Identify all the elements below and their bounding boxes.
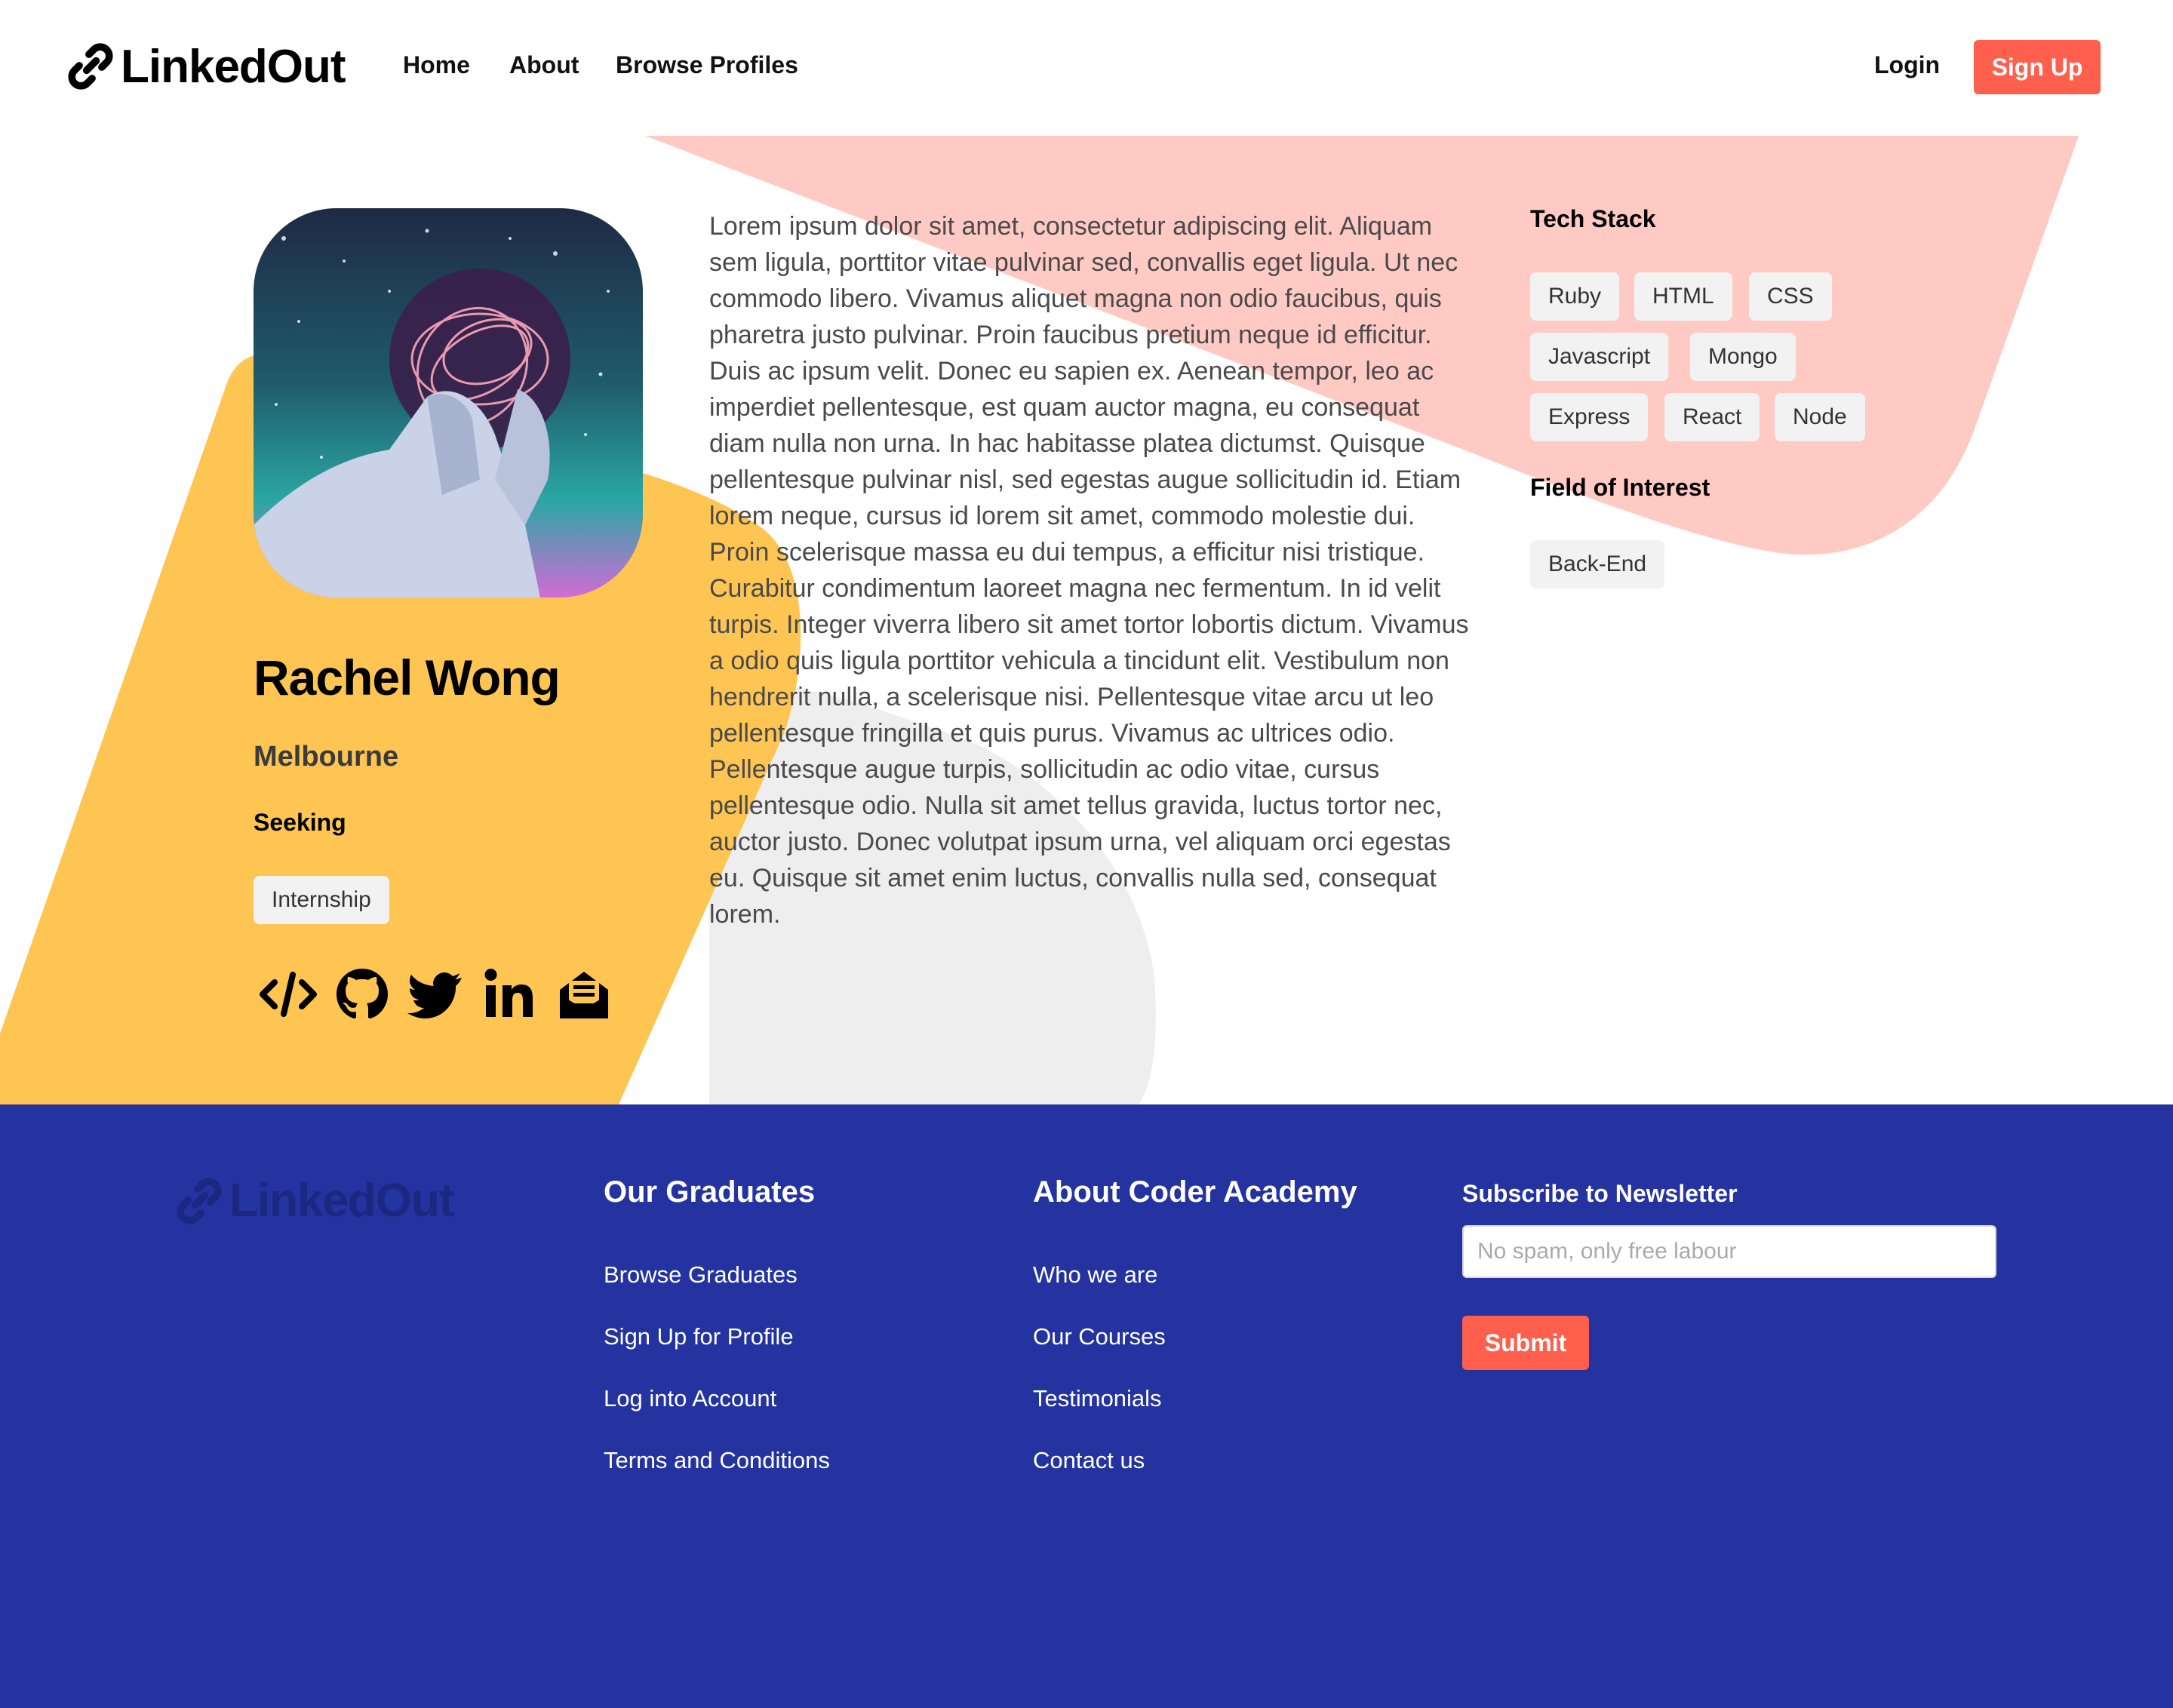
nav-browse-profiles[interactable]: Browse Profiles	[616, 51, 798, 79]
login-button[interactable]: Login	[1874, 51, 1940, 79]
github-icon[interactable]	[332, 964, 392, 1024]
profile-city: Melbourne	[254, 741, 399, 773]
tech-tag-css: CSS	[1749, 272, 1832, 321]
tech-tag-mongo: Mongo	[1690, 333, 1796, 381]
tech-tag-react: React	[1664, 393, 1760, 441]
brand-logo[interactable]: LinkedOut	[65, 39, 346, 94]
seeking-label: Seeking	[254, 809, 346, 836]
footer-link-sign-up-profile[interactable]: Sign Up for Profile	[604, 1323, 794, 1350]
brand-name: LinkedOut	[121, 40, 346, 93]
navbar: LinkedOut Home About Browse Profiles Log…	[0, 0, 2173, 136]
nav-about[interactable]: About	[509, 51, 579, 79]
profile-bio: Lorem ipsum dolor sit amet, consectetur …	[709, 212, 1469, 929]
newsletter-title: Subscribe to Newsletter	[1462, 1180, 1738, 1207]
nav-home[interactable]: Home	[403, 51, 470, 79]
footer: LinkedOut Our Graduates Browse Graduates…	[0, 1104, 2173, 1708]
tech-stack-title: Tech Stack	[1530, 205, 1656, 232]
footer-link-browse-graduates[interactable]: Browse Graduates	[604, 1261, 798, 1289]
signup-button[interactable]: Sign Up	[1974, 40, 2101, 94]
footer-link-our-courses[interactable]: Our Courses	[1033, 1323, 1166, 1350]
footer-col-graduates-title: Our Graduates	[604, 1175, 816, 1209]
interest-tag: Back-End	[1530, 540, 1665, 588]
code-icon[interactable]	[258, 964, 318, 1024]
footer-brand-logo[interactable]: LinkedOut	[174, 1174, 455, 1227]
mail-icon[interactable]	[554, 964, 614, 1024]
tech-tag-node: Node	[1775, 393, 1865, 441]
seeking-tag: Internship	[254, 876, 389, 924]
field-of-interest-title: Field of Interest	[1530, 474, 1710, 501]
tech-tag-express: Express	[1530, 393, 1649, 441]
profile-name: Rachel Wong	[254, 650, 561, 705]
footer-link-testimonials[interactable]: Testimonials	[1033, 1385, 1162, 1412]
footer-link-terms[interactable]: Terms and Conditions	[604, 1447, 830, 1474]
footer-link-contact-us[interactable]: Contact us	[1033, 1447, 1145, 1474]
profile-section: Rachel Wong Melbourne Seeking Internship	[0, 136, 2173, 1104]
tech-tag-ruby: Ruby	[1530, 272, 1620, 321]
avatar-image	[254, 208, 643, 597]
newsletter-submit-button[interactable]: Submit	[1462, 1316, 1589, 1370]
footer-col-about-title: About Coder Academy	[1033, 1175, 1357, 1209]
twitter-icon[interactable]	[406, 964, 466, 1024]
profile-avatar	[254, 208, 643, 597]
tech-tag-javascript: Javascript	[1530, 333, 1669, 381]
footer-link-who-we-are[interactable]: Who we are	[1033, 1261, 1157, 1289]
tech-tag-html: HTML	[1634, 272, 1732, 321]
footer-brand-name: LinkedOut	[229, 1175, 455, 1227]
link-icon	[68, 43, 113, 90]
link-icon	[177, 1177, 222, 1224]
footer-link-log-into-account[interactable]: Log into Account	[604, 1385, 776, 1412]
newsletter-email-input[interactable]	[1462, 1225, 1996, 1278]
linkedin-icon[interactable]	[480, 964, 540, 1024]
